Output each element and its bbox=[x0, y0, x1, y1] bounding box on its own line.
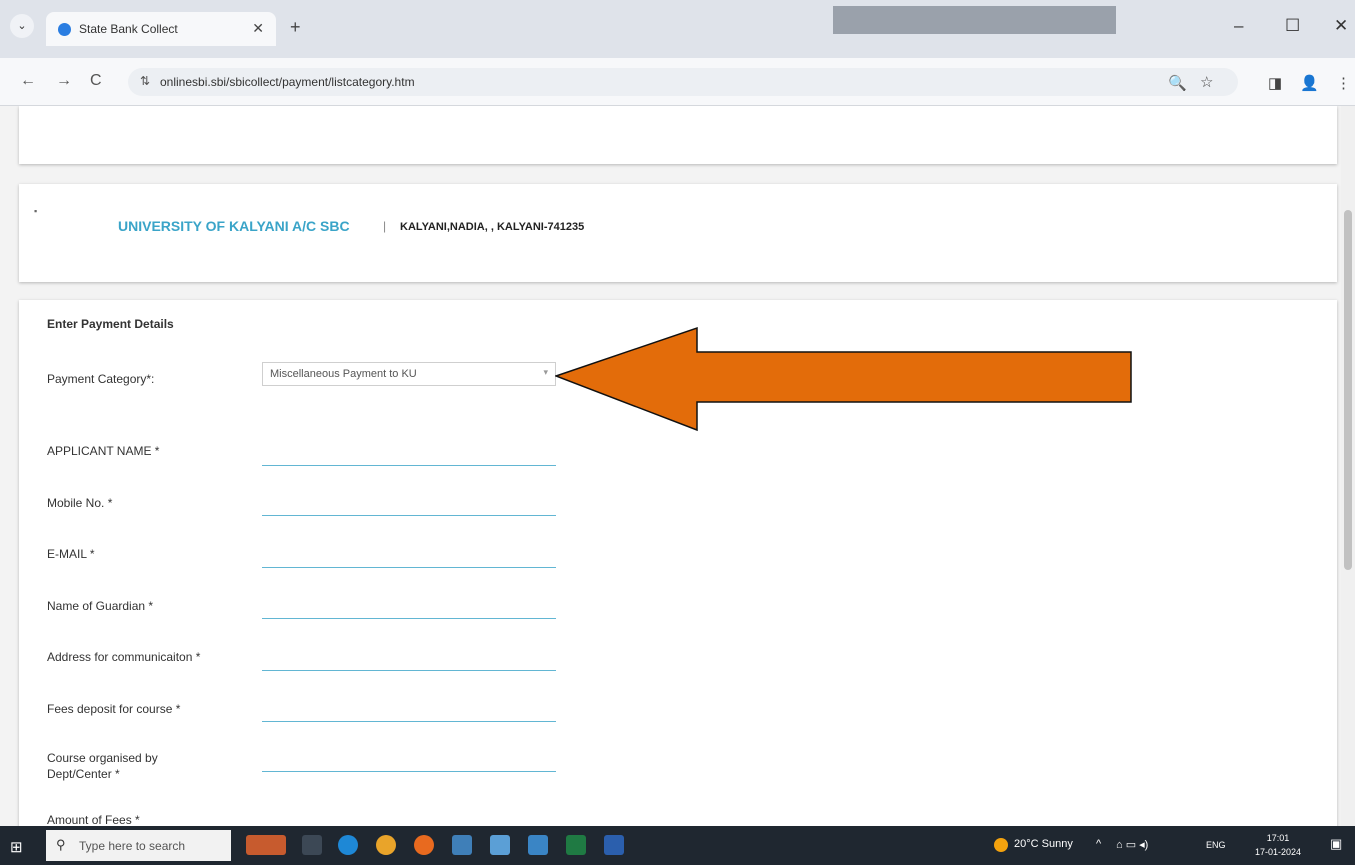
arrow-shape bbox=[555, 326, 1132, 432]
scrollbar-thumb[interactable] bbox=[1344, 210, 1352, 570]
course-organised-label: Course organised by Dept/Center * bbox=[47, 751, 158, 781]
sbi-favicon-icon bbox=[58, 23, 71, 36]
mail-icon[interactable] bbox=[528, 835, 548, 855]
taskbar: ⊞ ⚲ Type here to search 20°C Sunny ^ ⌂ ▭… bbox=[0, 826, 1355, 865]
tray-chevron-icon[interactable]: ^ bbox=[1096, 838, 1101, 850]
profile-icon[interactable]: 👤 bbox=[1300, 74, 1319, 92]
word-icon[interactable] bbox=[604, 835, 624, 855]
omnibox[interactable]: ⇅ onlinesbi.sbi/sbicollect/payment/listc… bbox=[128, 68, 1238, 96]
payment-category-value: Miscellaneous Payment to KU bbox=[270, 368, 417, 380]
email-label: E-MAIL * bbox=[47, 547, 95, 561]
windows-start-icon[interactable]: ⊞ bbox=[10, 838, 23, 856]
language-indicator[interactable]: ENG bbox=[1206, 840, 1226, 850]
payment-category-suffix: *: bbox=[146, 372, 155, 386]
close-window-button[interactable]: ✕ bbox=[1334, 16, 1348, 36]
taskbar-search-placeholder: Type here to search bbox=[79, 839, 186, 853]
browser-tab[interactable]: State Bank Collect ✕ bbox=[46, 12, 276, 46]
course-organised-input[interactable] bbox=[262, 771, 556, 772]
payment-category-label: Payment Category*: bbox=[47, 369, 154, 387]
university-name: UNIVERSITY OF KALYANI A/C SBC bbox=[118, 218, 350, 234]
address-bar: ← → C ⇅ onlinesbi.sbi/sbicollect/payment… bbox=[0, 58, 1355, 106]
annotation-arrow bbox=[555, 326, 1132, 432]
search-icon: ⚲ bbox=[56, 837, 66, 852]
side-panel-icon[interactable]: ◨ bbox=[1268, 74, 1282, 92]
chevron-down-icon: ▾ bbox=[543, 367, 548, 377]
tray-icons[interactable]: ⌂ ▭ ◂) bbox=[1116, 838, 1148, 851]
weather-icon[interactable] bbox=[994, 838, 1008, 852]
zoom-icon[interactable]: 🔍 bbox=[1168, 74, 1187, 92]
fees-course-label: Fees deposit for course * bbox=[47, 702, 181, 716]
site-info-icon[interactable]: ⇅ bbox=[140, 74, 150, 88]
clock-date: 17-01-2024 bbox=[1254, 847, 1302, 857]
screen: ⌄ State Bank Collect ✕ + – ☐ ✕ ← → C ⇅ o… bbox=[0, 0, 1355, 865]
vertical-scrollbar[interactable] bbox=[1341, 106, 1355, 826]
edge-icon[interactable] bbox=[338, 835, 358, 855]
firefox-icon[interactable] bbox=[414, 835, 434, 855]
app-icon[interactable] bbox=[452, 835, 472, 855]
notification-icon[interactable]: ▣ bbox=[1330, 836, 1342, 852]
mobile-no-label: Mobile No. * bbox=[47, 496, 113, 510]
minimize-button[interactable]: – bbox=[1234, 16, 1243, 36]
tab-close-icon[interactable]: ✕ bbox=[252, 20, 264, 37]
payment-category-label-text: Payment Category bbox=[47, 372, 147, 386]
search-highlight-icon[interactable] bbox=[246, 835, 286, 855]
tab-title: State Bank Collect bbox=[79, 22, 178, 36]
fees-course-input[interactable] bbox=[262, 721, 556, 722]
guardian-name-label: Name of Guardian * bbox=[47, 599, 154, 613]
bookmark-star-icon[interactable]: ☆ bbox=[1200, 73, 1213, 91]
maximize-button[interactable]: ☐ bbox=[1285, 16, 1300, 36]
email-input[interactable] bbox=[262, 567, 556, 568]
forward-button[interactable]: → bbox=[56, 72, 72, 90]
bullet-mark: ▪ bbox=[34, 206, 38, 216]
back-button[interactable]: ← bbox=[20, 72, 36, 90]
store-icon[interactable] bbox=[490, 835, 510, 855]
extension-toolbar[interactable] bbox=[833, 6, 1116, 34]
form-heading: Enter Payment Details bbox=[47, 317, 174, 331]
address-input[interactable] bbox=[262, 670, 556, 671]
taskbar-search[interactable]: ⚲ Type here to search bbox=[46, 830, 231, 861]
url-text[interactable]: onlinesbi.sbi/sbicollect/payment/listcat… bbox=[160, 75, 415, 89]
tab-strip: ⌄ State Bank Collect ✕ + – ☐ ✕ bbox=[0, 0, 1355, 58]
clock-time: 17:01 bbox=[1266, 833, 1290, 843]
excel-icon[interactable] bbox=[566, 835, 586, 855]
task-view-icon[interactable] bbox=[302, 835, 322, 855]
tab-search-button[interactable]: ⌄ bbox=[10, 14, 34, 38]
applicant-name-input[interactable] bbox=[262, 465, 556, 466]
separator: | bbox=[383, 219, 387, 233]
guardian-name-input[interactable] bbox=[262, 618, 556, 619]
weather-text[interactable]: 20°C Sunny bbox=[1014, 838, 1073, 850]
page-viewport bbox=[0, 106, 1355, 826]
amount-fees-label: Amount of Fees * bbox=[47, 813, 140, 826]
clock[interactable]: 17:01 17-01-2024 bbox=[1248, 831, 1308, 859]
chrome-icon[interactable] bbox=[376, 835, 396, 855]
applicant-name-label: APPLICANT NAME * bbox=[47, 444, 160, 458]
mobile-no-input[interactable] bbox=[262, 515, 556, 516]
university-address: KALYANI,NADIA, , KALYANI-741235 bbox=[400, 221, 585, 233]
new-tab-button[interactable]: + bbox=[290, 17, 301, 38]
reload-button[interactable]: C bbox=[90, 72, 102, 90]
address-label: Address for communicaiton * bbox=[47, 650, 201, 664]
header-card bbox=[19, 106, 1337, 164]
menu-icon[interactable]: ⋮ bbox=[1336, 74, 1351, 92]
payment-category-select[interactable]: Miscellaneous Payment to KU ▾ bbox=[262, 362, 556, 386]
